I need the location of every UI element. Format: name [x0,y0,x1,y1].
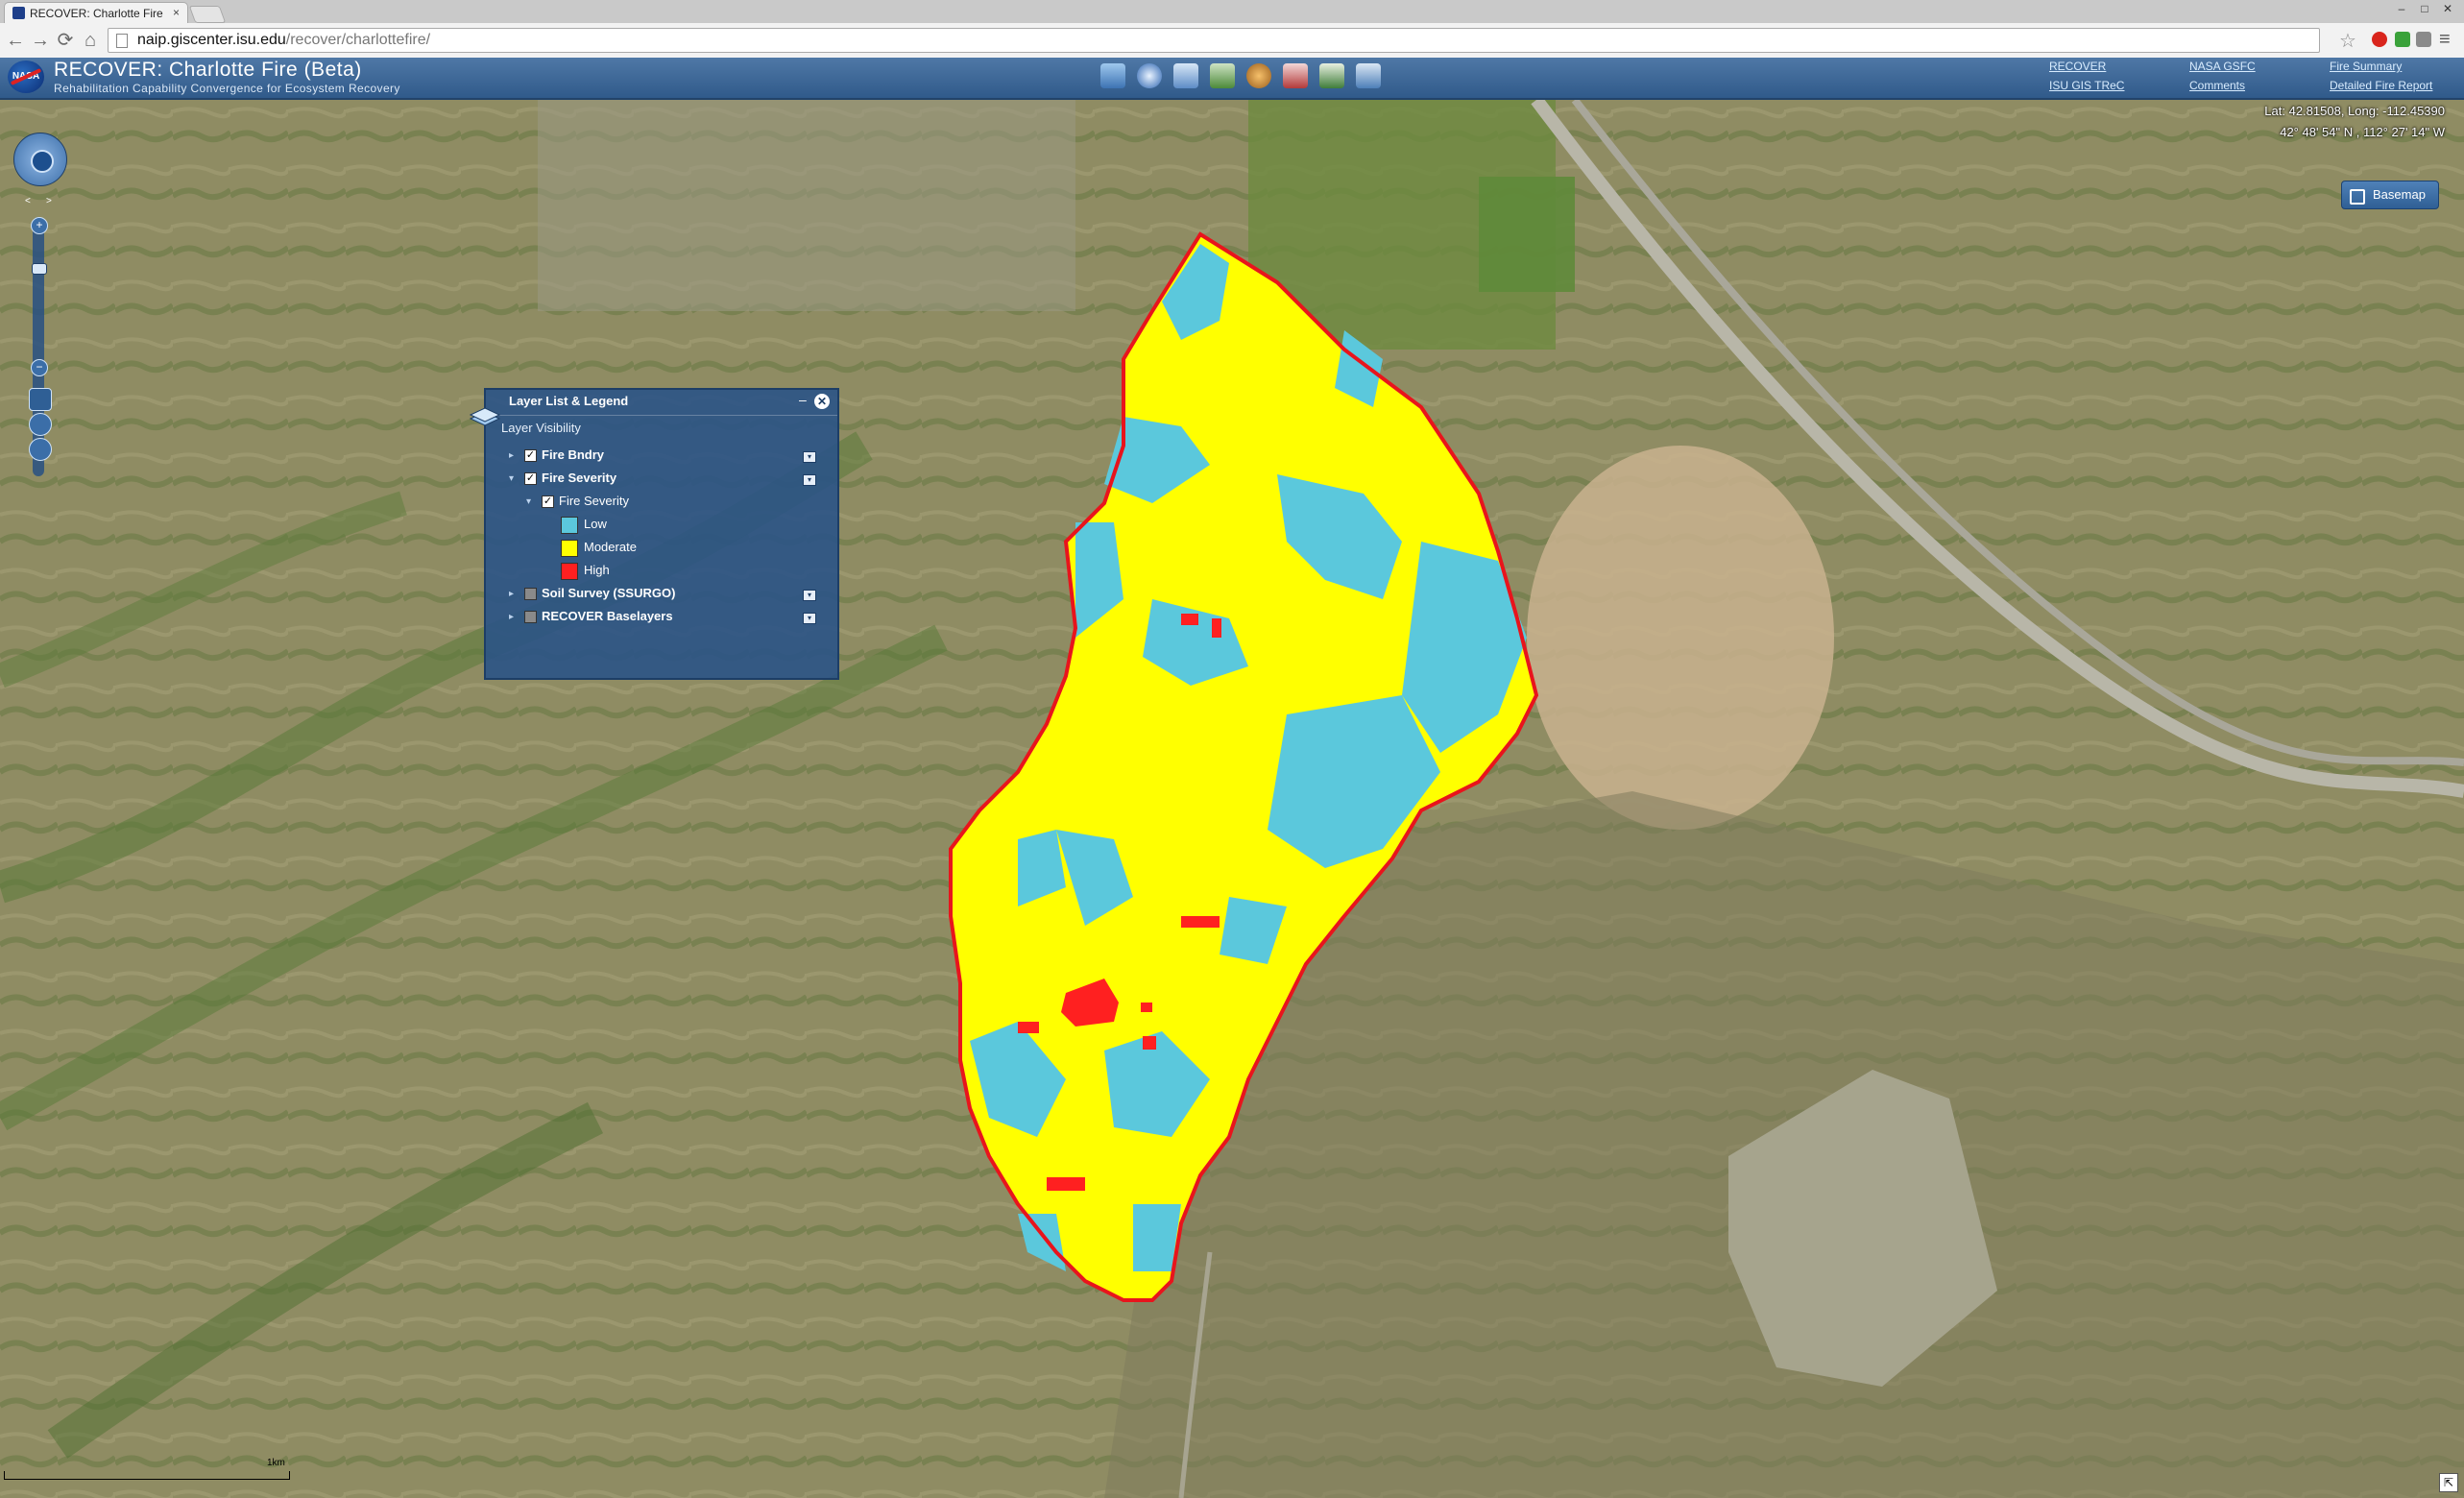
detailed-fire-report-link[interactable]: Detailed Fire Report [2330,79,2432,92]
fire-severity-layer [949,231,1539,1302]
collapse-arrow-icon[interactable]: ▸ [509,612,514,622]
scale-bar [4,1471,290,1480]
layers-icon[interactable] [1100,63,1125,88]
layer-checkbox-soil-survey[interactable] [524,588,537,600]
page-icon [116,34,128,48]
zoom-prev-icon[interactable] [29,413,52,436]
layer-options-dropdown[interactable]: ▾ [803,474,816,486]
basemap-label: Basemap [2373,187,2426,202]
back-icon[interactable]: ← [4,29,27,52]
url-text[interactable]: naip.giscenter.isu.edu/recover/charlotte… [137,29,430,52]
zoom-next-icon[interactable] [29,438,52,461]
layer-panel-title: Layer List & Legend [509,394,629,408]
fire-severity-moderate-area [951,234,1536,1300]
browser-tabstrip: RECOVER: Charlotte Fire ( × ‒ □ ✕ [0,0,2464,24]
browser-menu-icon[interactable]: ≡ [2439,29,2451,51]
minimize-window-icon[interactable]: ‒ [2391,2,2412,17]
address-bar[interactable]: naip.giscenter.isu.edu/recover/charlotte… [108,28,2320,53]
recover-link[interactable]: RECOVER [2049,60,2106,73]
app-subtitle: Rehabilitation Capability Convergence fo… [54,82,400,95]
bookmark-star-icon[interactable]: ☆ [2339,29,2356,53]
bookmark-icon[interactable] [1283,63,1308,88]
basemap-grid-icon [2350,189,2365,205]
tab-close-icon[interactable]: × [173,6,180,19]
layer-name-recover-baselayers: RECOVER Baselayers [542,609,673,623]
maximize-window-icon[interactable]: □ [2414,2,2435,17]
legend-swatch-high [561,563,578,580]
expand-arrow-icon[interactable]: ▾ [509,473,514,484]
zoom-out-button[interactable]: − [31,359,48,376]
layer-checkbox-fire-severity[interactable]: ✓ [524,472,537,485]
extension-gray-icon[interactable] [2416,32,2431,47]
url-path: /recover/charlottefire/ [285,32,431,48]
app-title: RECOVER: Charlotte Fire (Beta) [54,59,362,81]
layer-options-dropdown[interactable]: ▾ [803,590,816,601]
layer-name-fire-bndry: Fire Bndry [542,447,605,462]
info-icon[interactable] [1137,63,1162,88]
scale-bar-label: 1km [267,1458,285,1468]
extension-adblock-icon[interactable] [2372,32,2387,47]
layer-list-panel: Layer List & Legend – ✕ Layer Visibility… [469,388,839,680]
layer-name-soil-survey: Soil Survey (SSURGO) [542,586,676,600]
url-host: naip.giscenter.isu.edu [137,32,286,48]
layer-name-fire-severity: Fire Severity [542,471,617,485]
overview-map-toggle-icon[interactable]: ⇱ [2439,1473,2458,1492]
extension-green-icon[interactable] [2395,32,2410,47]
sublayer-name-fire-severity: Fire Severity [559,494,629,508]
favicon-icon [12,7,25,19]
full-extent-icon[interactable] [31,150,54,173]
sublayer-checkbox-fire-severity[interactable]: ✓ [542,495,554,508]
legend-swatch-moderate [561,540,578,557]
zoom-in-button[interactable]: + [31,217,48,234]
zoom-slider-handle[interactable] [32,263,47,275]
legend-label-low: Low [584,517,607,531]
layer-checkbox-recover-baselayers[interactable] [524,611,537,623]
browser-tab[interactable]: RECOVER: Charlotte Fire ( × [4,2,188,24]
nasa-gsfc-link[interactable]: NASA GSFC [2189,60,2256,73]
collapse-arrow-icon[interactable]: ▸ [509,589,514,599]
coordinates-dms: 42° 48' 54" N , 112° 27' 14" W [2280,125,2445,139]
basemap-button[interactable]: Basemap [2341,181,2439,209]
pan-control[interactable] [13,133,67,186]
coordinates-decimal: Lat: 42.81508, Long: -112.45390 [2264,104,2445,118]
expand-arrow-icon[interactable]: ▾ [526,496,531,507]
globe-icon[interactable] [1246,63,1271,88]
app-header: NASA RECOVER: Charlotte Fire (Beta) Reha… [0,58,2464,100]
layer-checkbox-fire-bndry[interactable]: ✓ [524,449,537,462]
panel-minimize-icon[interactable]: – [799,392,807,407]
pan-hand-icon[interactable] [29,388,52,411]
legend-swatch-low [561,517,578,534]
layer-options-dropdown[interactable]: ▾ [803,451,816,463]
forward-icon[interactable]: → [29,29,52,52]
reload-icon[interactable]: ⟳ [54,29,77,52]
legend-label-moderate: Moderate [584,540,637,554]
layer-panel-header[interactable]: Layer List & Legend – ✕ [486,390,837,416]
browser-toolbar: ← → ⟳ ⌂ naip.giscenter.isu.edu/recover/c… [0,23,2464,59]
collapse-arrow-icon[interactable]: ▸ [509,450,514,461]
fire-summary-link[interactable]: Fire Summary [2330,60,2402,73]
tab-title: RECOVER: Charlotte Fire ( [30,7,164,20]
print-icon[interactable] [1319,63,1344,88]
pan-right-arrow-icon[interactable]: > [46,196,52,206]
comments-link[interactable]: Comments [2189,79,2245,92]
pan-left-arrow-icon[interactable]: < [25,196,31,206]
map-canvas[interactable]: Lat: 42.81508, Long: -112.45390 42° 48' … [0,100,2464,1498]
draw-icon[interactable] [1210,63,1235,88]
layer-options-dropdown[interactable]: ▾ [803,613,816,624]
close-window-icon[interactable]: ✕ [2437,2,2458,17]
panel-close-icon[interactable]: ✕ [814,394,830,409]
new-tab-button[interactable] [188,6,227,23]
isu-gis-trec-link[interactable]: ISU GIS TReC [2049,79,2124,92]
home-icon[interactable]: ⌂ [79,29,102,52]
layer-visibility-label: Layer Visibility [501,421,581,435]
legend-label-high: High [584,563,610,577]
layers-stack-icon [469,407,501,426]
measure-icon[interactable] [1173,63,1198,88]
tools-icon[interactable] [1356,63,1381,88]
nasa-logo[interactable]: NASA [8,60,44,93]
